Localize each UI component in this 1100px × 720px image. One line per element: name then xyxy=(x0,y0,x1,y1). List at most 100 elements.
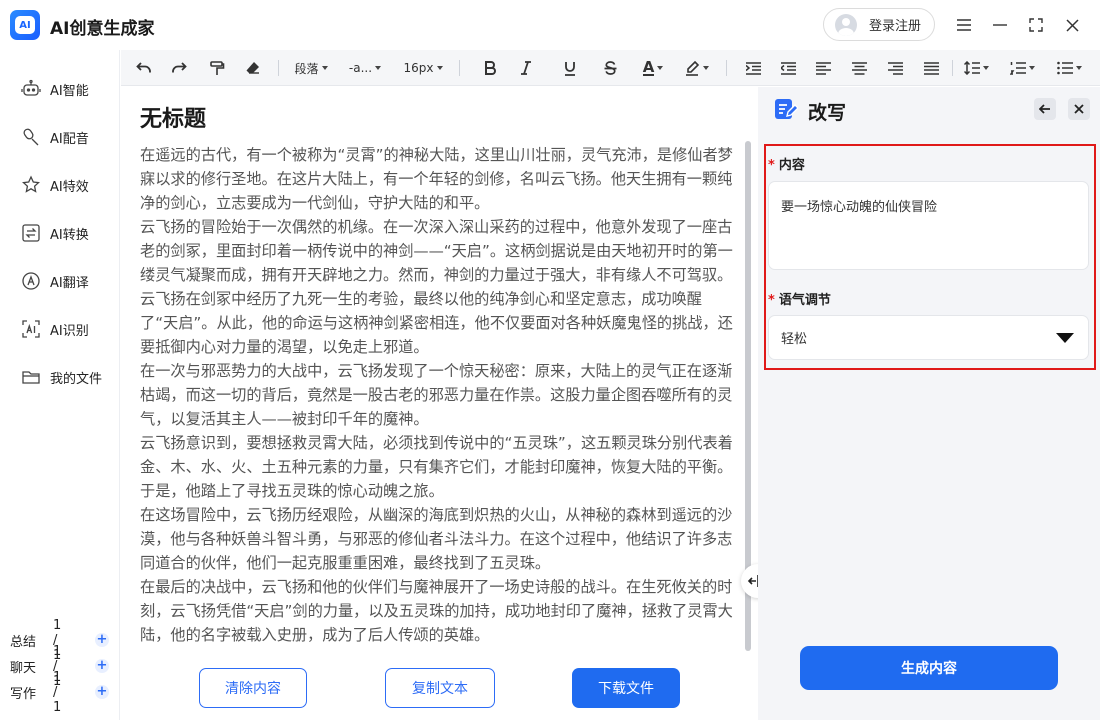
quota-count: 1 / 1 xyxy=(53,669,62,715)
chevron-down-icon xyxy=(702,66,709,70)
ai-recognition-icon xyxy=(20,318,42,340)
eraser-icon[interactable] xyxy=(242,56,264,80)
chevron-down-icon xyxy=(436,66,443,70)
quota-label: 聊天 xyxy=(10,660,37,676)
align-justify-icon[interactable] xyxy=(920,56,942,80)
back-arrow-icon[interactable] xyxy=(1034,98,1056,120)
redo-icon[interactable] xyxy=(168,56,190,80)
content-textarea[interactable]: 要一场惊心动魄的仙侠冒险 xyxy=(768,181,1089,270)
panel-title: 改写 xyxy=(808,102,847,124)
sidebar-item-ai-effects[interactable]: AI特效 xyxy=(20,171,89,199)
sidebar-item-label: 我的文件 xyxy=(50,371,103,387)
paragraph-select[interactable]: 段落 xyxy=(289,56,333,80)
undo-icon[interactable] xyxy=(133,56,155,80)
font-family-select-label: -a... xyxy=(348,61,373,75)
font-color-icon: A xyxy=(642,58,655,76)
document-paragraph: 在遥远的古代，有一个被称为“灵霄”的神秘大陆，这里山川壮丽，灵气充沛，是修仙者梦… xyxy=(140,146,733,212)
bullet-list-icon xyxy=(1056,61,1073,75)
editor-toolbar: 段落 -a... 16px A xyxy=(121,50,1100,86)
folder-icon xyxy=(20,366,42,388)
app-logo-text: AI xyxy=(15,16,35,34)
sidebar-item-label: AI智能 xyxy=(50,83,89,99)
sparkle-star-icon xyxy=(20,174,42,196)
quota-label: 写作 xyxy=(10,686,37,702)
indent-decrease-icon[interactable] xyxy=(777,56,799,80)
document-paragraph: 云飞扬的冒险始于一次偶然的机缘。在一次深入深山采药的过程中，他意外发现了一座古老… xyxy=(140,218,733,284)
highlight-color-select[interactable] xyxy=(681,56,711,80)
sidebar-item-ai-translate[interactable]: AI翻译 xyxy=(20,267,89,295)
indent-increase-icon[interactable] xyxy=(742,56,764,80)
format-painter-icon[interactable] xyxy=(206,56,228,80)
panel-close-icon[interactable] xyxy=(1068,98,1090,120)
line-height-select[interactable] xyxy=(960,56,992,80)
add-quota-summary-button[interactable]: + xyxy=(95,633,109,647)
bullet-list-select[interactable] xyxy=(1053,56,1085,80)
italic-icon[interactable] xyxy=(515,56,537,80)
tone-select[interactable]: 轻松 xyxy=(768,315,1089,360)
maximize-icon[interactable] xyxy=(1024,13,1048,37)
sidebar-item-label: AI配音 xyxy=(50,131,89,147)
avatar xyxy=(835,13,857,36)
login-register-button[interactable]: 登录注册 xyxy=(823,8,935,41)
chevron-down-icon xyxy=(1075,66,1082,70)
quota-writing: 写作 1 / 1 + xyxy=(10,670,109,715)
chevron-down-icon xyxy=(375,66,382,70)
sidebar-item-ai-dubbing[interactable]: AI配音 xyxy=(20,123,89,151)
copy-text-button[interactable]: 复制文本 xyxy=(385,668,495,708)
align-left-icon[interactable] xyxy=(812,56,834,80)
document-paragraph: 在一次与邪恶势力的大战中，云飞扬发现了一个惊天秘密：原来，大陆上的灵气正在逐渐枯… xyxy=(140,362,733,428)
strikethrough-icon[interactable] xyxy=(599,56,621,80)
editor-area: 无标题 在遥远的古代，有一个被称为“灵霄”的神秘大陆，这里山川壮丽，灵气充沛，是… xyxy=(121,87,757,720)
add-quota-writing-button[interactable]: + xyxy=(95,685,109,699)
document-body[interactable]: 在遥远的古代，有一个被称为“灵霄”的神秘大陆，这里山川壮丽，灵气充沛，是修仙者梦… xyxy=(140,143,734,653)
sidebar-item-ai-recognition[interactable]: AI识别 xyxy=(20,315,89,343)
chevron-down-icon xyxy=(982,66,989,70)
translate-icon xyxy=(20,270,42,292)
clear-content-button[interactable]: 清除内容 xyxy=(199,668,307,708)
document-paragraph: 在这场冒险中，云飞扬历经艰险，从幽深的海底到炽热的火山，从神秘的森林到遥远的沙漠… xyxy=(140,506,733,572)
tone-field-label: * 语气调节 xyxy=(768,289,831,308)
bold-icon[interactable] xyxy=(479,56,501,80)
menu-icon[interactable] xyxy=(952,13,976,37)
download-file-button[interactable]: 下载文件 xyxy=(572,668,680,708)
app-logo: AI xyxy=(10,10,40,40)
paragraph-select-label: 段落 xyxy=(294,61,319,76)
sidebar-item-label: AI翻译 xyxy=(50,275,89,291)
quota-label: 总结 xyxy=(10,634,37,650)
align-center-icon[interactable] xyxy=(848,56,870,80)
required-marker: * xyxy=(768,158,775,173)
toolbar-divider xyxy=(459,60,460,76)
font-color-select[interactable]: A xyxy=(639,56,667,80)
sidebar-item-my-files[interactable]: 我的文件 xyxy=(20,363,102,391)
app-title: AI创意生成家 xyxy=(50,19,155,39)
toolbar-divider xyxy=(726,60,727,76)
ordered-list-select[interactable] xyxy=(1006,56,1038,80)
quota-summary: 总结 1 / 1 + xyxy=(10,618,109,663)
generate-content-button[interactable]: 生成内容 xyxy=(800,646,1058,690)
title-bar: AI AI创意生成家 登录注册 xyxy=(0,0,1100,50)
font-family-select[interactable]: -a... xyxy=(343,56,387,80)
toolbar-divider xyxy=(952,60,953,76)
robot-icon xyxy=(20,78,42,100)
sidebar-item-label: AI特效 xyxy=(50,179,89,195)
font-size-select[interactable]: 16px xyxy=(399,56,447,80)
close-icon[interactable] xyxy=(1060,13,1084,37)
toolbar-divider xyxy=(278,60,279,76)
align-right-icon[interactable] xyxy=(884,56,906,80)
dropdown-triangle-icon xyxy=(1056,333,1074,343)
content-field-label: * 内容 xyxy=(768,154,805,173)
font-size-select-label: 16px xyxy=(403,61,434,75)
minimize-icon[interactable] xyxy=(988,13,1012,37)
add-quota-chat-button[interactable]: + xyxy=(95,659,109,673)
document-title[interactable]: 无标题 xyxy=(140,101,206,133)
ordered-list-icon xyxy=(1009,62,1026,75)
microphone-icon xyxy=(20,126,42,148)
sidebar-item-ai-smart[interactable]: AI智能 xyxy=(20,75,89,103)
tone-select-value: 轻松 xyxy=(781,332,808,347)
sidebar: AI智能 AI配音 AI特效 AI转换 AI翻译 AI识别 我的文件 总结 1 … xyxy=(0,50,120,720)
quota-chat: 聊天 1 / 1 + xyxy=(10,644,109,689)
line-height-icon xyxy=(963,61,980,75)
chevron-down-icon xyxy=(657,66,664,70)
sidebar-item-ai-convert[interactable]: AI转换 xyxy=(20,219,89,247)
underline-icon[interactable] xyxy=(559,56,581,80)
